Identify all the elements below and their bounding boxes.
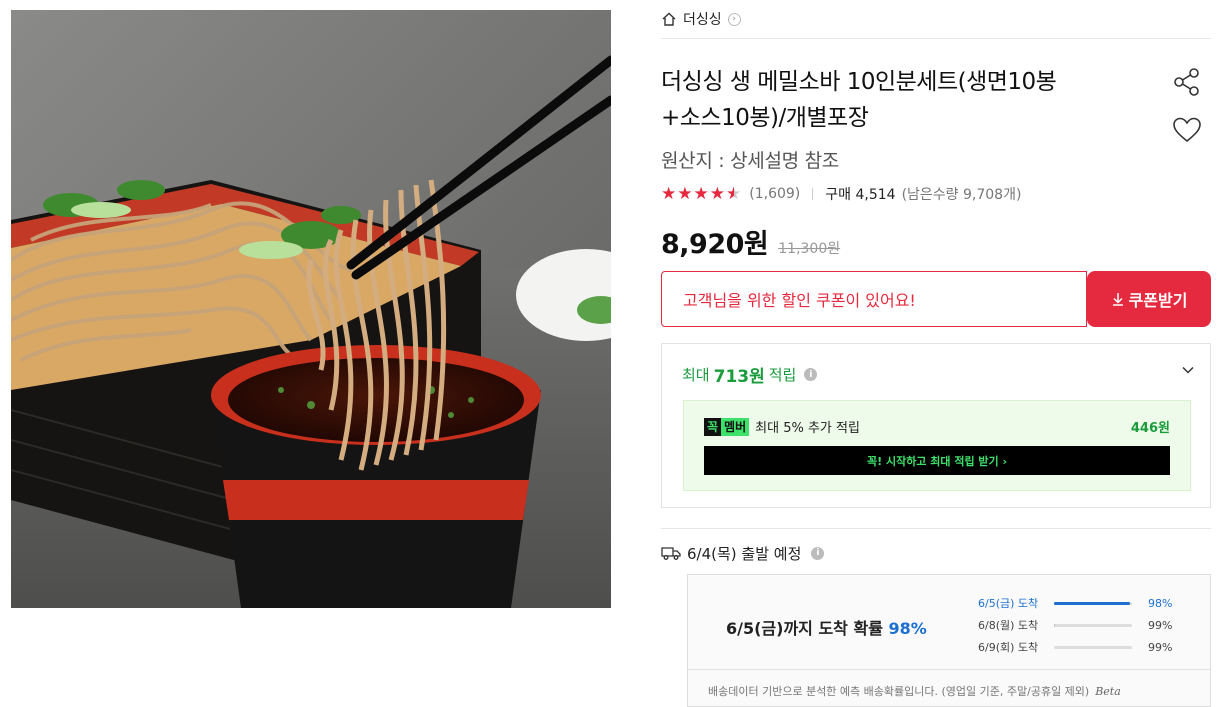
star-icon: ★ (693, 183, 709, 204)
sale-price: 8,920원 (661, 229, 769, 260)
divider (688, 669, 1210, 670)
member-text: 최대 5% 추가 적립 (755, 421, 860, 436)
member-badge-b: 멤버 (721, 417, 750, 436)
share-button[interactable] (1171, 66, 1203, 98)
product-title: 더싱싱 생 메밀소바 10인분세트(생면10봉 +소스10봉)/개별포장 (661, 64, 1151, 136)
info-icon[interactable]: i (811, 546, 825, 560)
divider (661, 528, 1211, 529)
coupon-message: 고객님을 위한 할인 쿠폰이 있어요! (661, 271, 1087, 327)
chevron-right-icon: › (727, 12, 741, 26)
price-row: 8,920원 11,300원 (661, 222, 840, 260)
store-link[interactable]: 더싱싱 › (661, 8, 741, 30)
truck-icon (661, 547, 681, 560)
product-title-line1: 더싱싱 생 메밀소바 10인분세트(생면10봉 (661, 69, 1057, 95)
product-info: 더싱싱 › 더싱싱 생 메밀소바 10인분세트(생면10봉 +소스10봉)/개별… (661, 0, 1211, 707)
beta-label: Beta (1095, 685, 1121, 698)
star-icon: ★ (677, 183, 693, 204)
divider (812, 188, 814, 200)
delivery-prob-row: 6/9(회) 도착 99% (978, 636, 1178, 658)
home-icon (662, 12, 676, 26)
member-amount: 446원 (1130, 421, 1170, 436)
product-origin: 원산지 : 상세설명 참조 (661, 150, 839, 172)
delivery-headline-text: 6/5(금)까지 도착 확률 (726, 619, 883, 638)
delivery-prob-value: 99% (1148, 640, 1173, 654)
member-badge-a: 꼭 (704, 417, 722, 436)
coupon-message-text: 고객님을 위한 할인 쿠폰이 있어요! (683, 291, 916, 310)
product-image (11, 10, 611, 608)
coupon-button-label: 쿠폰받기 (1128, 291, 1188, 310)
review-count[interactable]: (1,609) (749, 186, 800, 202)
points-toggle[interactable]: 최대 713원 적립 i (682, 362, 818, 387)
rating-stars: ★ ★ ★ ★ ★ (661, 183, 742, 204)
wishlist-button[interactable] (1171, 114, 1203, 146)
coupon-download-button[interactable]: 쿠폰받기 (1087, 271, 1211, 327)
store-name[interactable]: 더싱싱 (683, 9, 722, 29)
delivery-prob-label: 6/5(금) 도착 (978, 597, 1039, 610)
info-icon[interactable]: i (804, 368, 818, 381)
delivery-note: 배송데이터 기반으로 분석한 예측 배송확률입니다. (영업일 기준, 주말/공… (708, 683, 1121, 699)
member-badge: 꼭 멤버 (704, 417, 750, 436)
chevron-down-icon[interactable] (1182, 364, 1194, 376)
delivery-prob-row: 6/8(월) 도착 99% (978, 614, 1178, 636)
points-panel: 최대 713원 적립 i 꼭 멤버 최대 5% 추가 적립 446원 꼭! 시작… (661, 343, 1211, 508)
rating-row: ★ ★ ★ ★ ★ (1,609) 구매 4,514 (남은수량 9,708개) (661, 183, 1021, 205)
shipping-departure: 6/4(목) 출발 예정 i (661, 542, 825, 564)
delivery-prob-bar (1054, 645, 1132, 649)
member-join-button[interactable]: 꼭! 시작하고 최대 적립 받기 › (704, 446, 1170, 475)
delivery-prob-bar-fill (1054, 623, 1055, 627)
delivery-prob-bar (1054, 601, 1132, 605)
delivery-probability-list: 6/5(금) 도착 98% 6/8(월) 도착 99% 6/9(회) 도착 99… (978, 592, 1178, 658)
product-photo (11, 10, 611, 608)
member-row: 꼭 멤버 최대 5% 추가 적립 446원 (704, 417, 1170, 436)
points-prefix: 최대 (682, 366, 710, 384)
product-title-line2: +소스10봉)/개별포장 (661, 105, 869, 131)
delivery-prob-value: 99% (1148, 618, 1173, 632)
delivery-prob-row: 6/5(금) 도착 98% (978, 592, 1178, 614)
star-icon: ★ (709, 183, 725, 204)
delivery-prob-bar (1054, 623, 1132, 627)
delivery-headline-pct: 98% (888, 619, 927, 638)
purchase-count: 구매 4,514 (825, 187, 896, 203)
delivery-prob-value: 98% (1148, 596, 1173, 610)
points-amount: 713원 (713, 367, 765, 387)
delivery-prob-label: 6/9(회) 도착 (978, 641, 1039, 654)
points-suffix: 적립 (768, 366, 797, 384)
original-price: 11,300원 (778, 241, 841, 257)
heart-icon (1173, 117, 1201, 143)
member-benefit-box: 꼭 멤버 최대 5% 추가 적립 446원 꼭! 시작하고 최대 적립 받기 › (683, 400, 1191, 491)
share-icon (1174, 68, 1199, 96)
star-icon: ★ (661, 183, 677, 204)
stock-count: (남은수량 9,708개) (901, 187, 1022, 203)
delivery-note-text: 배송데이터 기반으로 분석한 예측 배송확률입니다. (영업일 기준, 주말/공… (708, 685, 1090, 698)
download-icon (1112, 293, 1123, 306)
departure-text: 6/4(목) 출발 예정 (687, 544, 802, 563)
star-half-icon: ★ (726, 183, 742, 204)
delivery-prob-bar-fill (1054, 601, 1131, 605)
delivery-prob-label: 6/8(월) 도착 (978, 619, 1039, 632)
delivery-probability-box: 6/5(금)까지 도착 확률 98% 6/5(금) 도착 98% 6/8(월) … (687, 574, 1211, 707)
delivery-headline: 6/5(금)까지 도착 확률 98% (726, 615, 927, 639)
divider (661, 38, 1211, 39)
